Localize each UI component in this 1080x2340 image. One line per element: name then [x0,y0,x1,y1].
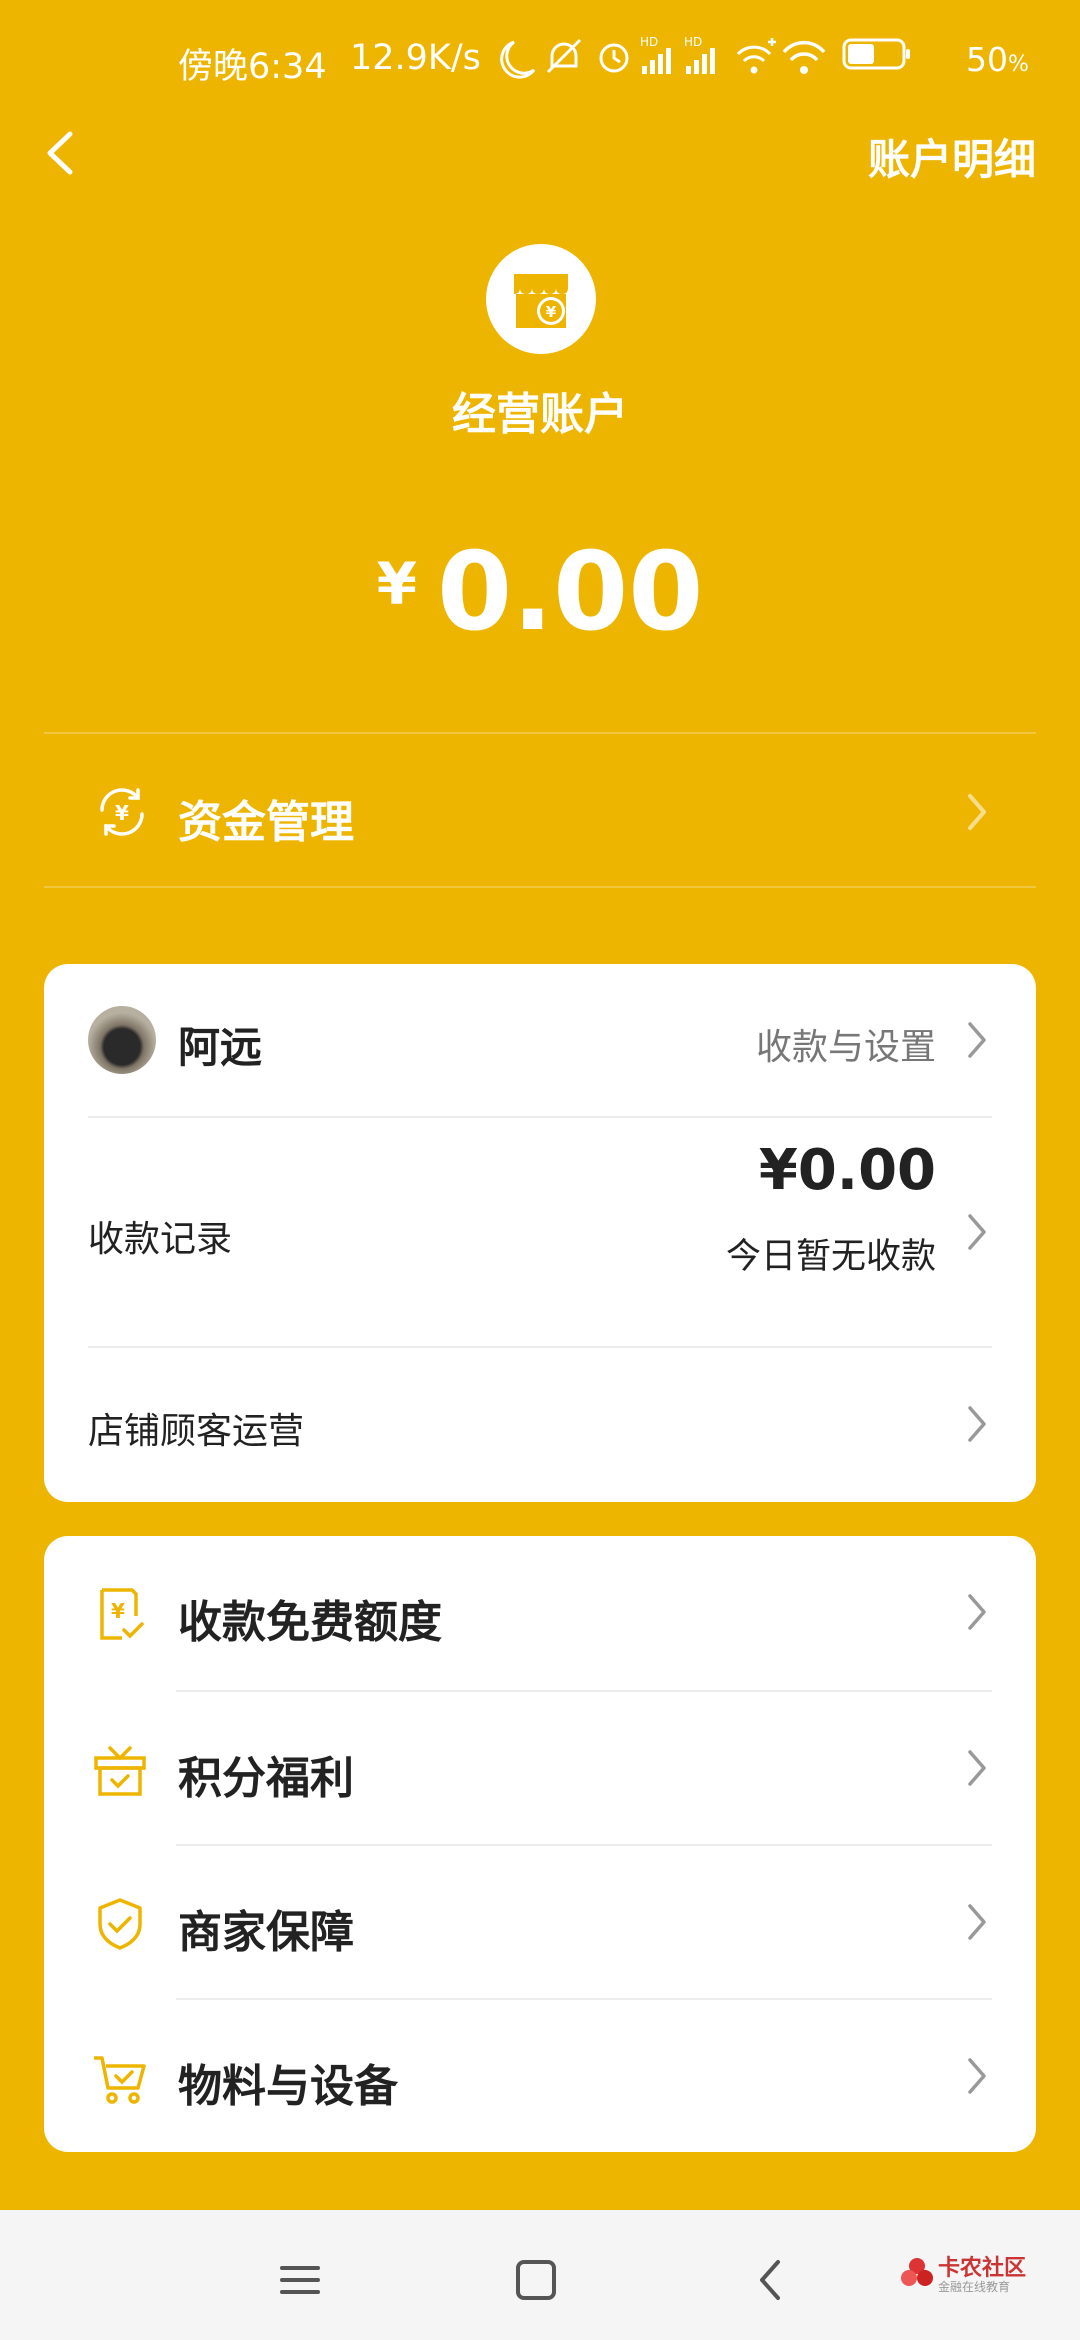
svg-text:¥: ¥ [111,1599,125,1623]
fund-management-label: 资金管理 [178,797,354,848]
battery-icon [842,38,910,70]
watermark: 卡农社区 金融在线教育 [900,2248,1070,2308]
home-square-icon[interactable] [506,2250,566,2310]
watermark-logo-icon [901,2258,933,2286]
menu-label: 物料与设备 [178,2061,398,2112]
customer-operation-row[interactable]: 店铺顾客运营 [44,1348,1036,1502]
payment-records-row[interactable]: 收款记录 ¥0.00 今日暂无收款 [44,1118,1036,1346]
hd-signal-icon: HD [684,35,715,74]
avatar [88,1006,156,1074]
payment-records-label: 收款记录 [88,1219,233,1260]
moon-icon [500,40,536,79]
account-detail-link[interactable]: 账户明细 [868,126,1036,187]
menu-item-merchant-protection[interactable]: 商家保障 [44,1846,1036,2000]
svg-text:HD: HD [684,35,702,49]
status-time: 傍晚6:34 [178,47,327,87]
status-bar: 傍晚6:34 12.9K/s HD HD 50% [0,0,1080,120]
menu-icon[interactable] [270,2250,330,2310]
account-balance: ¥0.00 [0,530,1080,655]
shield-check-icon [98,1898,142,1950]
chevron-right-icon [968,1406,986,1442]
battery-percent: 50% [966,40,1029,79]
chevron-right-icon [968,1022,986,1058]
chevron-left-icon [47,131,73,175]
menu-item-materials-devices[interactable]: 物料与设备 [44,2000,1036,2154]
hd-signal-icon: HD [640,35,671,74]
menu-item-free-quota[interactable]: ¥ 收款免费额度 [44,1536,1036,1690]
svg-text:¥: ¥ [546,303,557,321]
menu-label: 积分福利 [178,1753,354,1804]
system-nav-bar: 卡农社区 金融在线教育 [0,2210,1080,2340]
balance-amount: 0.00 [436,530,704,655]
menu-item-points[interactable]: 积分福利 [44,1692,1036,1846]
chevron-right-icon [968,1594,986,1630]
menu-label: 收款免费额度 [178,1597,442,1648]
merchant-name: 阿远 [178,1023,263,1072]
yen-cycle-icon: ¥ [100,788,144,836]
chevron-right-icon [968,1214,986,1250]
payment-records-amount: ¥0.00 [758,1138,936,1203]
chevron-right-icon [968,1750,986,1786]
mute-icon [546,38,582,74]
chevron-right-icon [968,2058,986,2094]
divider [44,732,1036,734]
menu-label: 商家保障 [178,1907,354,1958]
wifi-icon [782,40,826,74]
alarm-icon [599,43,629,73]
status-network-speed: 12.9K/s [350,38,481,78]
account-title: 经营账户 [452,389,628,440]
chevron-right-icon [968,1904,986,1940]
watermark-subtext: 金融在线教育 [938,2280,1011,2294]
services-card: ¥ 收款免费额度 积分福利 商家保障 物料与设备 [44,1536,1036,2152]
chevron-right-icon [968,794,986,830]
status-icons: HD HD [500,35,910,79]
payment-records-note: 今日暂无收款 [725,1237,936,1277]
divider [44,886,1036,888]
back-button[interactable] [36,118,96,188]
wifi-plus-icon [736,38,776,74]
balance-currency: ¥ [376,550,417,618]
cart-icon [94,2056,146,2104]
customer-operation-label: 店铺顾客运营 [88,1411,305,1452]
fund-management-row[interactable]: ¥ 资金管理 [44,742,1036,882]
payment-settings-link[interactable]: 收款与设置 [756,1018,936,1070]
svg-text:¥: ¥ [115,801,129,825]
svg-text:HD: HD [640,35,658,49]
gift-icon [94,1746,146,1796]
shop-yen-icon: ¥ [486,244,596,354]
merchant-card: 阿远 收款与设置 收款记录 ¥0.00 今日暂无收款 店铺顾客运营 [44,964,1036,1502]
receipt-yen-icon: ¥ [100,1588,144,1640]
back-icon[interactable] [742,2250,802,2310]
merchant-row[interactable]: 阿远 收款与设置 [44,964,1036,1116]
